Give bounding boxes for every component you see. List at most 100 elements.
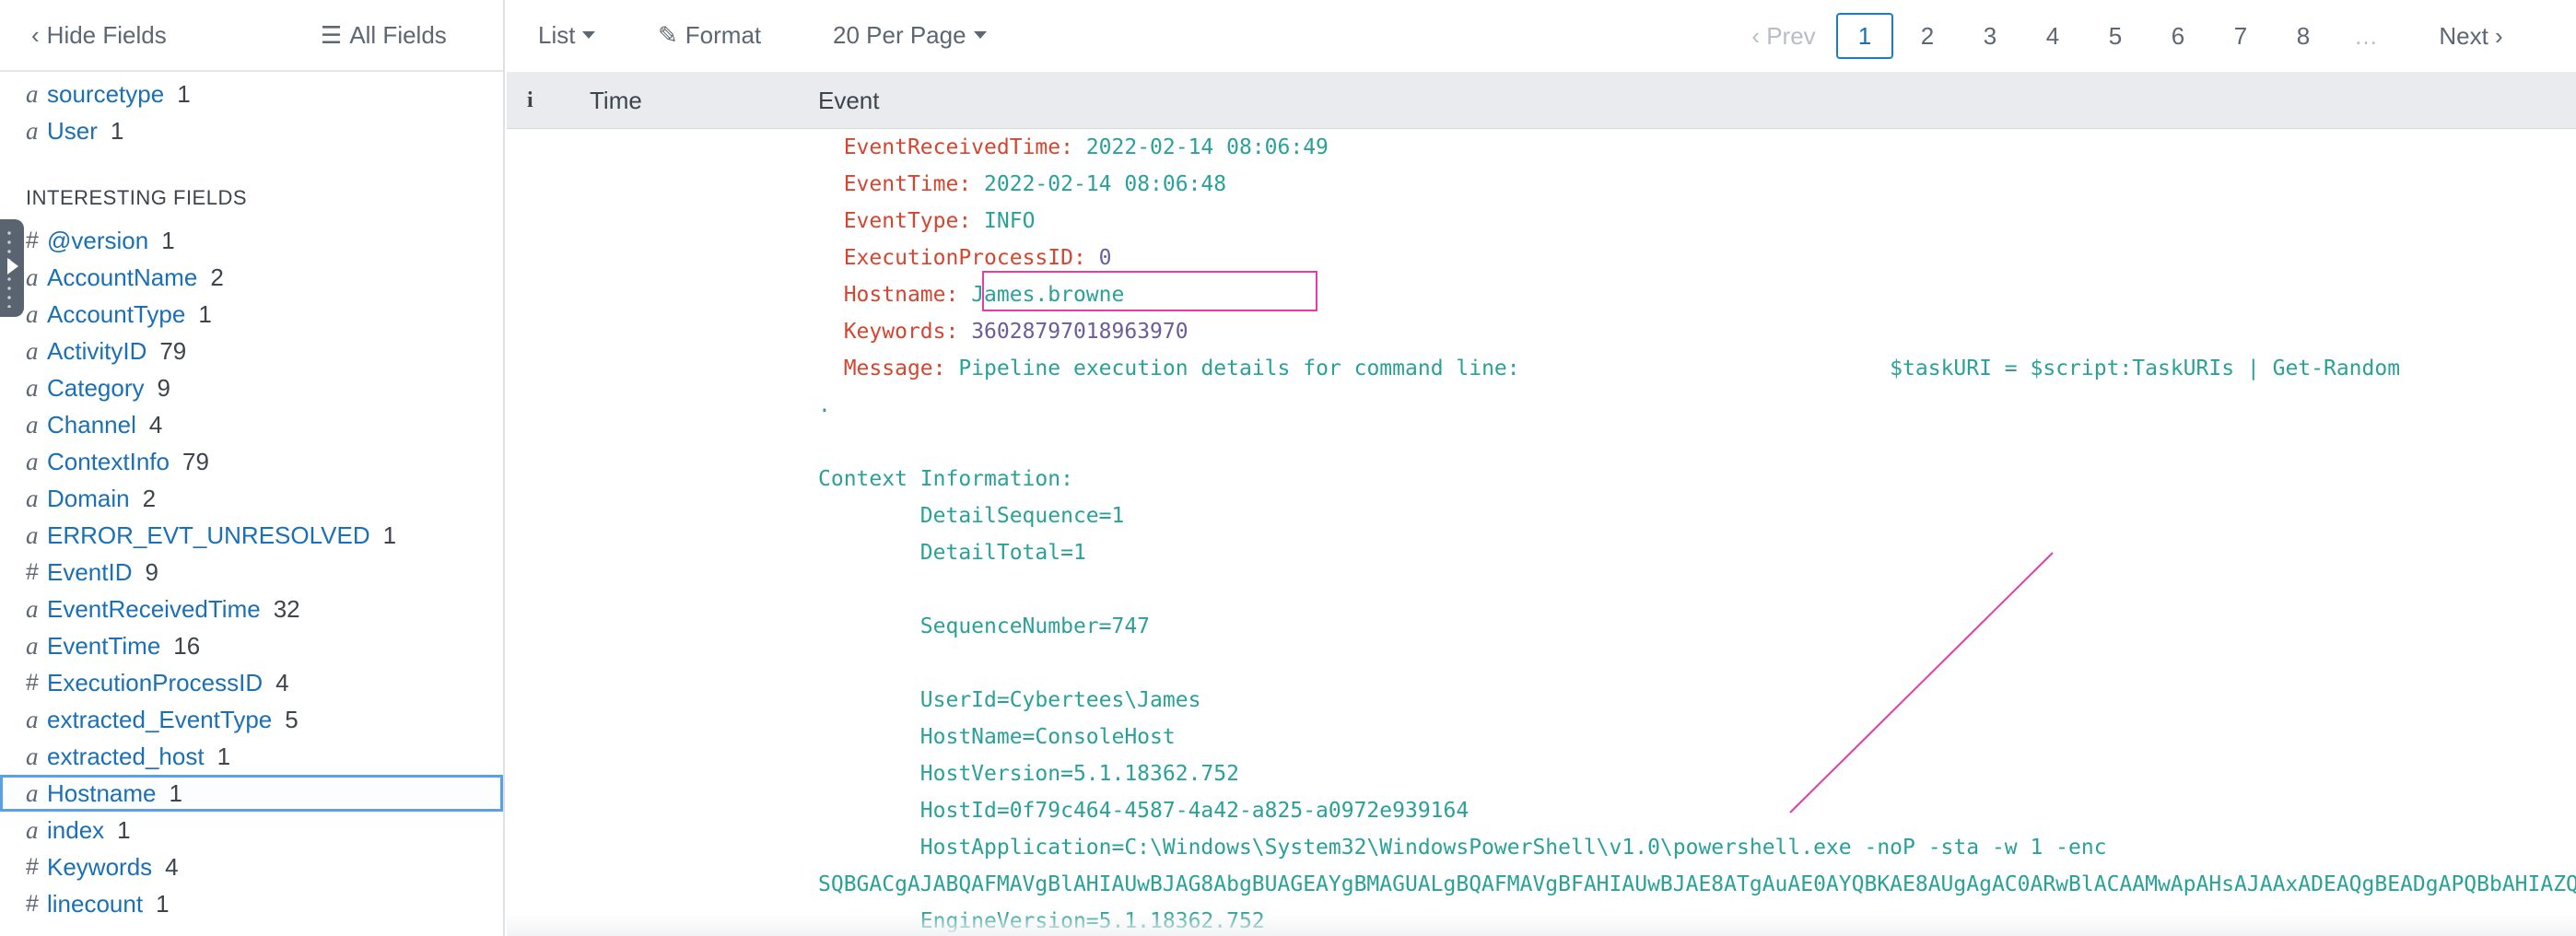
field-count: 1 <box>161 227 175 254</box>
field-name[interactable]: AccountName <box>47 263 197 291</box>
event-field-key[interactable]: Message <box>844 357 933 380</box>
string-type-icon: a <box>26 743 39 770</box>
field-row-executionprocessid[interactable]: # ExecutionProcessID 4 <box>0 664 503 701</box>
field-name[interactable]: User <box>47 117 98 145</box>
numeric-type-icon: # <box>26 228 39 253</box>
field-name[interactable]: Channel <box>47 411 136 439</box>
field-row-contextinfo[interactable]: a ContextInfo 79 <box>0 443 503 480</box>
string-type-icon: a <box>26 779 39 807</box>
field-label-group: index 1 <box>47 812 131 848</box>
event-field-key[interactable]: ExecutionProcessID <box>844 246 1073 270</box>
field-row-eventreceivedtime[interactable]: a EventReceivedTime 32 <box>0 591 503 627</box>
field-row-hostname[interactable]: a Hostname 1 <box>0 775 503 812</box>
field-name[interactable]: ContextInfo <box>47 448 170 475</box>
field-row-sourcetype[interactable]: a sourcetype 1 <box>0 76 503 112</box>
page-4-button[interactable]: 4 <box>2034 13 2071 59</box>
event-text: DetailTotal=1 <box>818 541 1086 565</box>
event-field-key[interactable]: EventType <box>844 209 959 233</box>
event-field-key[interactable]: Keywords <box>844 320 946 344</box>
event-field-value[interactable]: 36028797018963970 <box>971 320 1188 344</box>
all-fields-button[interactable]: ☰ All Fields <box>321 15 447 55</box>
page-1-button[interactable]: 1 <box>1836 13 1893 59</box>
field-count: 1 <box>169 779 182 807</box>
event-field-value[interactable]: 2022-02-14 08:06:49 <box>1086 135 1329 159</box>
event-line: ExecutionProcessID: 0 <box>818 240 1112 276</box>
field-row-eventtime[interactable]: a EventTime 16 <box>0 627 503 664</box>
sidebar-drag-handle[interactable] <box>0 219 24 317</box>
field-row-extracted-host[interactable]: a extracted_host 1 <box>0 738 503 775</box>
field-row-eventid[interactable]: # EventID 9 <box>0 554 503 591</box>
field-row-extracted-eventtype[interactable]: a extracted_EventType 5 <box>0 701 503 738</box>
hide-fields-button[interactable]: ‹ Hide Fields <box>31 15 167 55</box>
string-type-icon: a <box>26 117 39 145</box>
field-row-keywords[interactable]: # Keywords 4 <box>0 848 503 885</box>
list-icon: ☰ <box>321 21 343 49</box>
field-row-error-evt-unresolved[interactable]: a ERROR_EVT_UNRESOLVED 1 <box>0 517 503 554</box>
per-page-dropdown[interactable]: 20 Per Page <box>833 15 987 55</box>
field-name[interactable]: Hostname <box>47 779 157 807</box>
page-6-button[interactable]: 6 <box>2160 13 2196 59</box>
field-name[interactable]: Keywords <box>47 853 152 881</box>
list-view-dropdown[interactable]: List <box>538 15 596 55</box>
page-3-button[interactable]: 3 <box>1972 13 2008 59</box>
field-name[interactable]: Category <box>47 374 145 402</box>
time-column-header[interactable]: Time <box>590 72 642 129</box>
field-name[interactable]: EventReceivedTime <box>47 595 261 623</box>
field-name[interactable]: @version <box>47 227 148 254</box>
event-column-header[interactable]: Event <box>818 72 880 129</box>
field-count: 1 <box>117 816 131 844</box>
field-name[interactable]: index <box>47 816 104 844</box>
event-field-value[interactable]: James.browne <box>971 283 1124 307</box>
field-name[interactable]: Domain <box>47 485 130 512</box>
event-line: HostVersion=5.1.18362.752 <box>818 755 1239 792</box>
field-row-domain[interactable]: a Domain 2 <box>0 480 503 517</box>
event-field-value[interactable]: INFO <box>984 209 1035 233</box>
field-row-accountname[interactable]: a AccountName 2 <box>0 259 503 296</box>
field-row--version[interactable]: # @version 1 <box>0 222 503 259</box>
event-key-separator: : <box>1060 135 1086 159</box>
page-2-button[interactable]: 2 <box>1909 13 1946 59</box>
field-name[interactable]: ERROR_EVT_UNRESOLVED <box>47 521 370 549</box>
event-line: DetailTotal=1 <box>818 534 1086 571</box>
page-5-button[interactable]: 5 <box>2097 13 2134 59</box>
field-row-user[interactable]: a User 1 <box>0 112 503 149</box>
event-field-value[interactable]: Pipeline execution details for command l… <box>958 357 2400 380</box>
info-column-header[interactable]: i <box>527 72 533 129</box>
field-name[interactable]: ActivityID <box>47 337 146 365</box>
field-count: 1 <box>217 743 231 770</box>
field-count: 9 <box>145 558 158 586</box>
app-window: ‹ Hide Fields ☰ All Fields a sourcetype 1 a Us… <box>0 0 2576 936</box>
field-name[interactable]: EventID <box>47 558 133 586</box>
field-row-channel[interactable]: a Channel 4 <box>0 406 503 443</box>
field-name[interactable]: extracted_host <box>47 743 205 770</box>
field-name[interactable]: EventTime <box>47 632 160 660</box>
page-8-button[interactable]: 8 <box>2285 13 2322 59</box>
event-field-value[interactable]: 2022-02-14 08:06:48 <box>984 172 1226 196</box>
event-line: Hostname: James.browne <box>818 276 1125 313</box>
field-name[interactable]: extracted_EventType <box>47 706 272 733</box>
event-line: SQBGACgAJABQAFMAVgBlAHIAUwBJAG8AbgBUAGEA… <box>818 866 2576 903</box>
event-field-value[interactable]: 0 <box>1099 246 1112 270</box>
event-field-key[interactable]: EventReceivedTime <box>844 135 1060 159</box>
field-name[interactable]: sourcetype <box>47 80 164 108</box>
format-button[interactable]: ✎ Format <box>658 15 761 55</box>
prev-page-button[interactable]: ‹ Prev <box>1736 13 1832 59</box>
event-field-key[interactable]: EventTime <box>844 172 959 196</box>
field-label-group: EventID 9 <box>47 554 158 591</box>
field-row-category[interactable]: a Category 9 <box>0 369 503 406</box>
field-name[interactable]: AccountType <box>47 300 185 328</box>
field-row-accounttype[interactable]: a AccountType 1 <box>0 296 503 333</box>
string-type-icon: a <box>26 706 39 733</box>
field-count: 1 <box>177 80 191 108</box>
field-name[interactable]: ExecutionProcessID <box>47 669 263 696</box>
field-count: 1 <box>382 521 397 549</box>
page-7-button[interactable]: 7 <box>2222 13 2259 59</box>
event-text: . <box>818 393 831 417</box>
event-key-separator: : <box>958 209 985 233</box>
event-field-key[interactable]: Hostname <box>844 283 946 307</box>
field-row-activityid[interactable]: a ActivityID 79 <box>0 333 503 369</box>
next-page-button[interactable]: Next › <box>2423 13 2519 59</box>
field-row-index[interactable]: a index 1 <box>0 812 503 848</box>
field-label-group: Category 9 <box>47 369 170 406</box>
pagination-ellipsis: … <box>2354 22 2378 50</box>
